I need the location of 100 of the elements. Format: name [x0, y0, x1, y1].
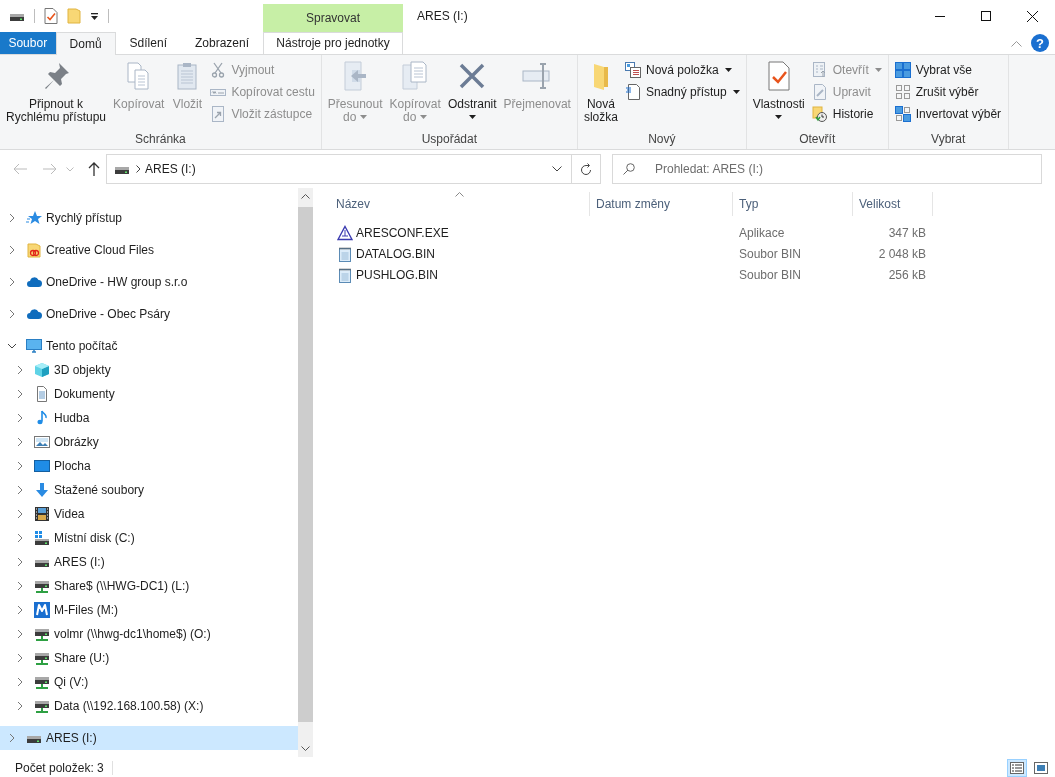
ribbon-button[interactable]: Vlastnosti — [749, 58, 808, 130]
tree-item[interactable]: Rychlý přístup — [0, 206, 298, 230]
refresh-icon — [580, 162, 592, 176]
table-cell-text: 256 kB — [887, 267, 927, 282]
window-title: ARES (I:) — [417, 8, 468, 25]
ribbon-button[interactable]: Nová položka — [621, 59, 743, 81]
cloud-icon — [26, 306, 42, 322]
context-group-label: Spravovat — [263, 4, 403, 32]
tree-item[interactable]: Tento počítač — [0, 334, 298, 358]
tree-item[interactable]: volmr (\\hwg-dc1\home$) (O:) — [0, 622, 298, 646]
large-icons-view-icon — [1034, 762, 1048, 774]
chevron-up-icon[interactable] — [301, 194, 310, 199]
ribbon-button[interactable]: Připnout k Rychlému přístupu — [3, 58, 110, 130]
search-field[interactable]: Prohledat: ARES (I:) — [612, 154, 1042, 184]
tree-item[interactable]: ARES (I:) — [0, 726, 298, 750]
table-cell-text: Soubor BIN — [738, 246, 803, 261]
tree-item[interactable]: Stažené soubory — [0, 478, 298, 502]
tree-item[interactable]: Obrázky — [0, 430, 298, 454]
ribbon-button[interactable]: Nová složka — [580, 58, 621, 130]
group-label: Otevřít — [798, 132, 837, 148]
ribbon-tab[interactable]: Domů — [55, 32, 116, 55]
checkmark-page-icon[interactable] — [44, 8, 58, 24]
tree-item[interactable]: Share$ (\\HWG-DC1) (L:) — [0, 574, 298, 598]
refresh-button[interactable] — [572, 154, 601, 184]
chevron-right-icon[interactable] — [136, 165, 141, 173]
breadcrumb[interactable]: ARES (I:) — [145, 162, 196, 176]
chevron-up-icon[interactable] — [1011, 39, 1022, 47]
network-drive-icon — [34, 650, 50, 666]
address-bar[interactable]: ARES (I:) — [106, 154, 572, 184]
list-page-icon — [811, 62, 828, 78]
column-header[interactable]: Název — [330, 192, 590, 216]
network-drive-icon — [34, 698, 50, 714]
monitor-icon — [26, 338, 42, 354]
cube-icon — [34, 362, 50, 378]
tree-item[interactable]: Videa — [0, 502, 298, 526]
ribbon-button[interactable]: Odstranit — [444, 58, 500, 130]
table-cell-text: 2 048 kB — [877, 246, 927, 261]
table-cell-text: Aplikace — [738, 225, 786, 240]
pencil-page-icon — [811, 84, 828, 100]
ribbon-button[interactable]: Vybrat vše — [891, 59, 1005, 81]
file-name[interactable]: ARESCONF.EXE — [330, 222, 590, 243]
drive-icon — [34, 530, 50, 546]
tree-item[interactable]: Místní disk (C:) — [0, 526, 298, 550]
clock-folder-icon — [811, 106, 828, 122]
group-label: Uspořádat — [420, 132, 479, 148]
ribbon-button[interactable]: Zrušit výběr — [891, 81, 1005, 103]
ribbon-button[interactable]: Historie — [808, 103, 885, 125]
view-button[interactable] — [1007, 759, 1027, 777]
group-label: Schránka — [134, 132, 187, 148]
view-button[interactable] — [1031, 759, 1051, 777]
tree-item[interactable]: Share (U:) — [0, 646, 298, 670]
tree-item[interactable]: Creative Cloud Files — [0, 238, 298, 262]
half-grid-icon — [894, 106, 911, 122]
tree-item[interactable]: Dokumenty — [0, 382, 298, 406]
tree-item[interactable]: M-Files (M:) — [0, 598, 298, 622]
help-button[interactable]: ? — [1031, 34, 1049, 52]
desktop-icon — [34, 458, 50, 474]
tree-item[interactable]: ARES (I:) — [0, 550, 298, 574]
film-icon — [34, 506, 50, 522]
ribbon-tab[interactable]: Soubor — [0, 32, 56, 54]
tree-item[interactable]: OneDrive - HW group s.r.o — [0, 270, 298, 294]
document-icon — [34, 386, 50, 402]
ribbon-button[interactable]: Invertovat výběr — [891, 103, 1005, 125]
maximize-icon — [981, 11, 991, 21]
tree-item[interactable]: Plocha — [0, 454, 298, 478]
folder-icon — [26, 242, 42, 258]
file-name[interactable]: DATALOG.BIN — [330, 243, 590, 264]
close-icon — [1026, 10, 1038, 22]
arrow-page-icon — [210, 106, 227, 122]
item-count: Počet položek: 3 — [15, 761, 104, 775]
group-label: Vybrat — [930, 132, 967, 148]
dropdown-icon[interactable] — [90, 11, 99, 21]
notepad-icon — [337, 266, 353, 283]
tree-item[interactable]: 3D objekty — [0, 358, 298, 382]
chevron-down-icon[interactable] — [552, 166, 562, 172]
tree-item[interactable]: Qi (V:) — [0, 670, 298, 694]
cloud-icon — [26, 274, 42, 290]
ribbon-tab[interactable]: Sdílení — [115, 32, 181, 54]
tree-item[interactable]: Hudba — [0, 406, 298, 430]
up-icon[interactable] — [86, 161, 102, 177]
picture-icon — [34, 434, 50, 450]
network-drive-icon — [34, 578, 50, 594]
table-cell-text: 347 kB — [887, 225, 927, 240]
tree-item[interactable]: Data (\\192.168.100.58) (X:) — [0, 694, 298, 718]
column-header[interactable]: Typ — [733, 192, 853, 216]
scissors-icon — [210, 62, 227, 78]
ribbon-button[interactable]: Snadný přístup — [621, 81, 743, 103]
ribbon-tab[interactable]: Zobrazení — [180, 32, 263, 54]
column-header[interactable]: Datum změny — [590, 192, 733, 216]
music-note-icon — [34, 410, 50, 426]
chevron-down-icon[interactable] — [301, 746, 310, 751]
search-icon — [623, 163, 635, 175]
details-view-icon — [1010, 762, 1024, 774]
column-header[interactable]: Velikost — [853, 192, 933, 216]
tree-item[interactable]: OneDrive - Obec Psáry — [0, 302, 298, 326]
notepad-icon — [337, 245, 353, 262]
network-drive-icon — [34, 674, 50, 690]
logo-icon — [34, 602, 50, 618]
group-label: Nový — [647, 132, 677, 148]
file-name[interactable]: PUSHLOG.BIN — [330, 264, 590, 285]
